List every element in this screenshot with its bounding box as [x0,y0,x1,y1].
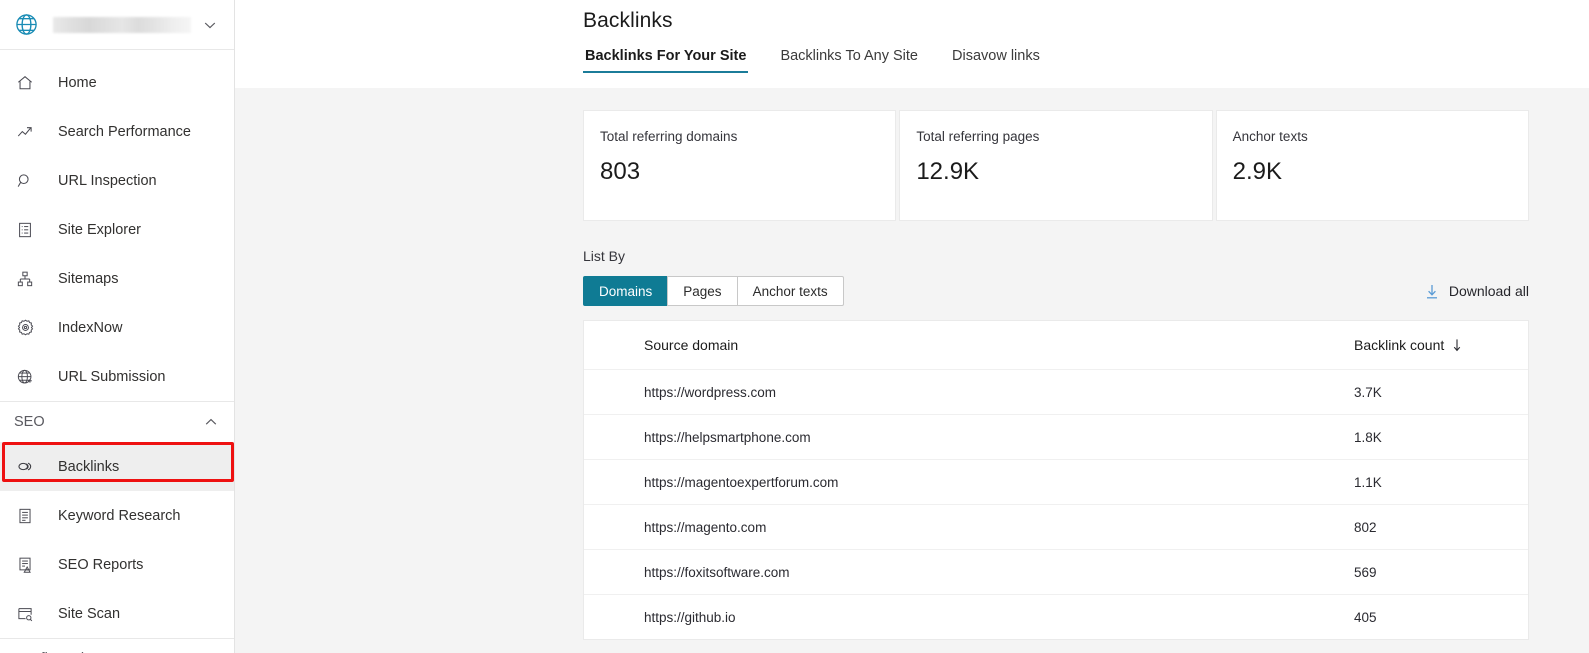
sidebar-item-seo-reports[interactable]: SEO Reports [0,540,234,589]
site-name-redacted [53,16,191,33]
gear-icon [14,318,36,337]
sidebar-item-label: Site Scan [58,605,121,622]
cell-backlink-count: 1.1K [1354,474,1382,490]
table-row[interactable]: https://magento.com 802 [584,504,1528,549]
list-by-option-domains[interactable]: Domains [583,276,668,306]
cell-backlink-count: 3.7K [1354,384,1382,400]
table-row[interactable]: https://foxitsoftware.com 569 [584,549,1528,594]
magnifier-icon [14,172,36,190]
stat-label: Total referring domains [600,129,738,144]
sidebar-nav-seo: Backlinks Keyword Research SEO Reports S… [0,442,234,638]
sidebar-item-url-submission[interactable]: URL Submission [0,352,234,401]
list-controls-row: Domains Pages Anchor texts Download all [583,276,1529,306]
sidebar-nav-main: Home Search Performance URL Inspection S… [0,50,234,401]
stat-value: 803 [600,158,641,185]
stat-card-anchor-texts: Anchor texts 2.9K [1215,110,1529,221]
tab-bar: Backlinks For Your Site Backlinks To Any… [583,48,1589,73]
sidebar-item-search-performance[interactable]: Search Performance [0,107,234,156]
stat-card-total-referring-pages: Total referring pages 12.9K [899,110,1213,221]
sidebar-item-label: Site Explorer [58,221,142,238]
download-all-button[interactable]: Download all [1424,283,1529,300]
sidebar-item-label: SEO Reports [58,556,144,573]
column-header-source-domain[interactable]: Source domain [644,337,1354,353]
tab-backlinks-to-any-site[interactable]: Backlinks To Any Site [778,48,920,73]
list-by-label: List By [583,248,626,264]
sidebar-item-sitemaps[interactable]: Sitemaps [0,254,234,303]
sidebar-item-keyword-research[interactable]: Keyword Research [0,491,234,540]
sidebar-section-label: SEO [14,414,45,430]
list-by-option-anchor-texts[interactable]: Anchor texts [736,276,844,306]
list-by-toggle-group: Domains Pages Anchor texts [583,276,844,306]
cell-source-domain: https://helpsmartphone.com [644,429,811,445]
scan-icon [14,605,36,623]
column-header-backlink-count[interactable]: Backlink count [1354,337,1506,353]
table-row[interactable]: https://github.io 405 [584,594,1528,639]
sidebar-item-label: Backlinks [58,458,120,475]
chevron-down-icon[interactable] [201,17,219,33]
sidebar-item-label: Sitemaps [58,270,119,287]
stat-card-total-referring-domains: Total referring domains 803 [583,110,897,221]
table-row[interactable]: https://helpsmartphone.com 1.8K [584,414,1528,459]
stat-label: Total referring pages [916,129,1040,144]
sidebar-section-seo[interactable]: SEO [0,402,234,442]
site-picker[interactable] [0,0,234,50]
sidebar-item-backlinks[interactable]: Backlinks [0,442,234,491]
stats-row: Total referring domains 803 Total referr… [583,110,1529,221]
sidebar-section-configuration[interactable]: Configuration [0,639,234,653]
sidebar-item-label: URL Submission [58,368,166,385]
trending-up-icon [14,123,36,141]
cell-backlink-count: 802 [1354,519,1377,535]
globe-plus-icon [14,368,36,386]
arrow-down-icon [1451,337,1463,353]
list-document-icon [14,221,36,239]
cell-source-domain: https://wordpress.com [644,384,777,400]
cell-source-domain: https://github.io [644,609,736,625]
table-row[interactable]: https://magentoexpertforum.com 1.1K [584,459,1528,504]
download-all-label: Download all [1448,283,1529,299]
stat-value: 2.9K [1232,158,1283,185]
page-title: Backlinks [583,9,673,32]
sidebar-item-label: URL Inspection [58,172,157,189]
app-root: Home Search Performance URL Inspection S… [0,0,1589,653]
list-by-option-pages[interactable]: Pages [667,276,737,306]
sidebar-item-label: Search Performance [58,123,191,140]
cell-source-domain: https://magento.com [644,519,767,535]
cell-backlink-count: 405 [1354,609,1377,625]
cell-backlink-count: 1.8K [1354,429,1382,445]
sidebar: Home Search Performance URL Inspection S… [0,0,235,653]
sidebar-item-home[interactable]: Home [0,58,234,107]
tab-backlinks-for-your-site[interactable]: Backlinks For Your Site [583,48,749,73]
sidebar-item-label: Home [58,74,97,91]
sidebar-item-url-inspection[interactable]: URL Inspection [0,156,234,205]
sidebar-item-site-scan[interactable]: Site Scan [0,589,234,638]
sidebar-item-indexnow[interactable]: IndexNow [0,303,234,352]
sitemap-icon [14,270,36,288]
globe-icon [14,12,42,37]
links-icon [14,457,36,476]
main-content: Backlinks Backlinks For Your Site Backli… [235,0,1589,653]
stat-label: Anchor texts [1232,129,1308,144]
download-arrow-icon [1424,283,1440,300]
report-warning-icon [14,556,36,574]
table-header-row: Source domain Backlink count [584,321,1528,369]
table-row[interactable]: https://wordpress.com 3.7K [584,369,1528,414]
cell-source-domain: https://magentoexpertforum.com [644,474,839,490]
column-header-backlink-count-label: Backlink count [1354,337,1445,353]
tab-disavow-links[interactable]: Disavow links [950,48,1042,73]
document-lines-icon [14,507,36,525]
stat-value: 12.9K [916,158,980,185]
backlinks-table: Source domain Backlink count https://wor… [583,320,1529,640]
sidebar-item-site-explorer[interactable]: Site Explorer [0,205,234,254]
sidebar-item-label: Keyword Research [58,507,181,524]
home-icon [14,74,36,92]
sidebar-item-label: IndexNow [58,319,123,336]
cell-source-domain: https://foxitsoftware.com [644,564,790,580]
page-header: Backlinks Backlinks For Your Site Backli… [235,0,1589,88]
content-area: Total referring domains 803 Total referr… [235,88,1589,640]
chevron-up-icon[interactable] [202,414,220,430]
cell-backlink-count: 569 [1354,564,1377,580]
